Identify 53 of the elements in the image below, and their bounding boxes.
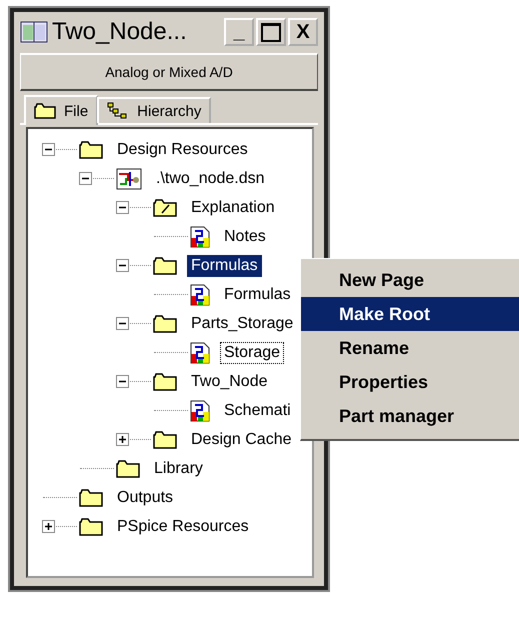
tree-item[interactable]: Explanation xyxy=(187,196,279,218)
mode-label: Analog or Mixed A/D xyxy=(105,64,233,80)
folder-icon xyxy=(34,103,56,119)
folder-icon xyxy=(153,198,177,216)
folder-icon xyxy=(79,518,103,536)
page-icon xyxy=(190,226,210,248)
collapse-button[interactable] xyxy=(42,143,55,156)
collapse-button[interactable] xyxy=(116,201,129,214)
collapse-button[interactable] xyxy=(116,259,129,272)
plus-icon xyxy=(44,522,53,531)
tree-item[interactable]: Library xyxy=(150,458,207,480)
menu-item[interactable]: Make Root xyxy=(301,297,519,331)
tree-item[interactable]: Schemati xyxy=(220,400,295,422)
collapse-button[interactable] xyxy=(79,172,92,185)
tree-item[interactable]: .\two_node.dsn xyxy=(152,168,269,190)
page-icon xyxy=(190,400,210,422)
minimize-button[interactable]: _ xyxy=(224,18,254,46)
tab[interactable]: Hierarchy xyxy=(97,97,212,123)
collapse-button[interactable] xyxy=(116,375,129,388)
hierarchy-icon xyxy=(107,102,130,120)
folder-icon xyxy=(79,488,103,506)
folder-icon xyxy=(153,372,177,390)
tree-item[interactable]: Outputs xyxy=(113,486,178,508)
tree-item[interactable]: Design Resources xyxy=(113,138,252,160)
schematic-icon xyxy=(116,168,142,190)
folder-icon xyxy=(153,430,177,448)
menu-item[interactable]: Properties xyxy=(301,365,519,399)
tree-item[interactable]: Notes xyxy=(220,226,270,248)
tree-item[interactable]: Storage xyxy=(220,342,284,364)
page-icon xyxy=(190,342,210,364)
menu-item[interactable]: Part manager xyxy=(301,399,519,433)
menu-item[interactable]: Rename xyxy=(301,331,519,365)
folder-icon xyxy=(153,256,177,274)
collapse-button[interactable] xyxy=(116,317,129,330)
plus-icon xyxy=(118,435,127,444)
folder-icon xyxy=(153,314,177,332)
tab[interactable]: File xyxy=(24,95,98,125)
close-button[interactable]: X xyxy=(288,18,318,46)
app-icon xyxy=(20,21,48,43)
tree-item[interactable]: Design Cache xyxy=(187,428,296,450)
expand-button[interactable] xyxy=(42,520,55,533)
tree-item[interactable]: Formulas xyxy=(187,254,262,276)
expand-button[interactable] xyxy=(116,433,129,446)
folder-icon xyxy=(79,140,103,158)
tree-item[interactable]: Two_Node xyxy=(187,370,272,392)
tree-item[interactable]: Parts_Storage xyxy=(187,312,298,334)
page-icon xyxy=(190,284,210,306)
tree-item[interactable]: PSpice Resources xyxy=(113,516,253,538)
window-title: Two_Node... xyxy=(52,18,188,46)
tree-item[interactable]: Formulas xyxy=(220,284,295,306)
maximize-button[interactable] xyxy=(256,18,286,46)
menu-item[interactable]: New Page xyxy=(301,263,519,297)
folder-icon xyxy=(116,460,140,478)
